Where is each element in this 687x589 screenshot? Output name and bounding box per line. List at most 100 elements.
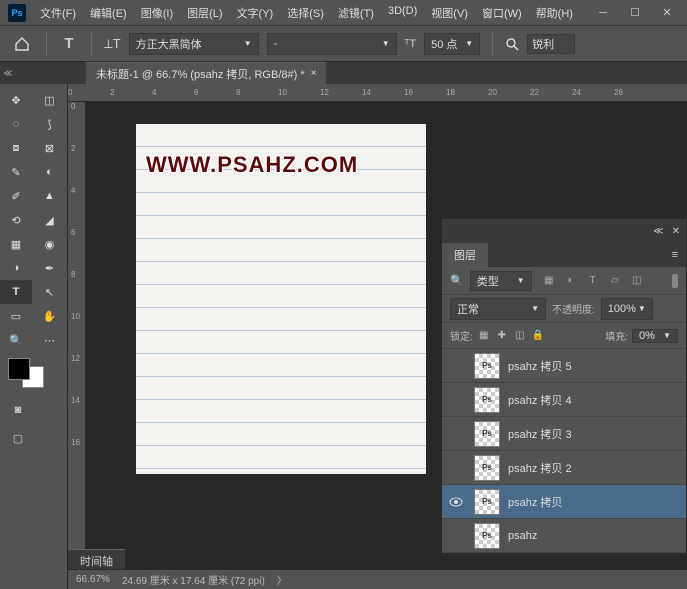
blend-mode-value: 正常 — [457, 301, 479, 317]
layer-row[interactable]: psahz 拷贝 3 — [442, 417, 686, 451]
filter-search-icon[interactable]: 🔍 — [450, 274, 464, 287]
menu-3d[interactable]: 3D(D) — [382, 2, 423, 24]
quickmask-button[interactable]: ◙ — [8, 400, 28, 420]
minimize-button[interactable]: ─ — [591, 4, 615, 22]
stamp-tool[interactable]: ▲ — [34, 184, 66, 208]
layer-name: psahz 拷贝 — [508, 494, 562, 510]
layers-panel: ≪ ✕ 图层 ≡ 🔍 类型 ▼ ▦ ◐ T ▱ ◫ 正常 ▼ 不透明度: 100… — [441, 218, 687, 554]
document-tab[interactable]: 未标题-1 @ 66.7% (psahz 拷贝, RGB/8#) * × — [86, 62, 326, 85]
document-canvas[interactable]: WWW.PSAHZ.COM — [136, 124, 426, 474]
visibility-toggle[interactable] — [446, 492, 466, 512]
layer-row[interactable]: psahz — [442, 519, 686, 553]
text-orientation-button[interactable]: ⟂T — [104, 36, 121, 52]
gradient-tool[interactable]: ▦ — [0, 232, 32, 256]
filter-adjust-icon[interactable]: ◐ — [564, 274, 578, 288]
menu-select[interactable]: 选择(S) — [281, 2, 330, 24]
visibility-toggle[interactable] — [446, 356, 466, 376]
timeline-tab[interactable]: 时间轴 — [68, 549, 125, 569]
artboard-tool[interactable]: ◫ — [34, 88, 66, 112]
lasso-tool[interactable]: ⟆ — [34, 112, 66, 136]
title-bar: Ps 文件(F) 编辑(E) 图像(I) 图层(L) 文字(Y) 选择(S) 滤… — [0, 0, 687, 26]
menu-window[interactable]: 窗口(W) — [476, 2, 528, 24]
menu-filter[interactable]: 滤镜(T) — [332, 2, 380, 24]
filter-smart-icon[interactable]: ◫ — [630, 274, 644, 288]
panel-menu-button[interactable]: ≡ — [664, 249, 686, 261]
font-style-select[interactable]: - ▼ — [267, 33, 397, 55]
visibility-toggle[interactable] — [446, 424, 466, 444]
document-tab-title: 未标题-1 @ 66.7% (psahz 拷贝, RGB/8#) * — [96, 66, 305, 82]
home-icon — [14, 36, 30, 52]
layer-row[interactable]: psahz 拷贝 2 — [442, 451, 686, 485]
frame-tool[interactable]: ⊠ — [34, 136, 66, 160]
blur-tool[interactable]: ◉ — [34, 232, 66, 256]
maximize-button[interactable]: ☐ — [623, 4, 647, 22]
visibility-toggle[interactable] — [446, 526, 466, 546]
font-size-select[interactable]: 50 点 ▼ — [424, 33, 480, 55]
history-brush-tool[interactable]: ⟲ — [0, 208, 32, 232]
document-tabs: ≪ 未标题-1 @ 66.7% (psahz 拷贝, RGB/8#) * × — [0, 62, 687, 84]
layer-row[interactable]: psahz 拷贝 — [442, 485, 686, 519]
eyedropper-tool[interactable]: ✎ — [0, 160, 32, 184]
text-tool[interactable]: T — [0, 280, 32, 304]
font-size-icon: ᵀT — [405, 38, 416, 50]
lock-all-icon[interactable]: 🔒 — [531, 329, 545, 343]
search-input[interactable] — [527, 34, 575, 54]
zoom-level[interactable]: 66.67% — [76, 574, 110, 585]
filter-toggle[interactable] — [672, 274, 678, 288]
search-icon — [505, 37, 519, 51]
chevron-down-icon: ▼ — [465, 39, 473, 48]
menu-text[interactable]: 文字(Y) — [231, 2, 280, 24]
screenmode-button[interactable]: ▢ — [8, 428, 28, 448]
filter-shape-icon[interactable]: ▱ — [608, 274, 622, 288]
filter-text-icon[interactable]: T — [586, 274, 600, 288]
layer-row[interactable]: psahz 拷贝 4 — [442, 383, 686, 417]
menu-view[interactable]: 视图(V) — [425, 2, 474, 24]
healing-tool[interactable]: ◐ — [34, 160, 66, 184]
visibility-toggle[interactable] — [446, 458, 466, 478]
layer-name: psahz 拷贝 2 — [508, 460, 572, 476]
zoom-tool[interactable]: 🔍 — [0, 328, 32, 352]
blend-mode-select[interactable]: 正常 ▼ — [450, 298, 546, 320]
move-tool[interactable]: ✥ — [0, 88, 32, 112]
filter-pixel-icon[interactable]: ▦ — [542, 274, 556, 288]
collapse-toolbox-button[interactable]: ≪ — [0, 63, 16, 83]
dodge-tool[interactable]: ◑ — [0, 256, 32, 280]
menu-layer[interactable]: 图层(L) — [181, 2, 228, 24]
menu-image[interactable]: 图像(I) — [135, 2, 179, 24]
home-button[interactable] — [10, 32, 34, 56]
foreground-swatch[interactable] — [8, 358, 30, 380]
chevron-down-icon: ▼ — [382, 39, 390, 48]
fill-input[interactable]: 0% ▼ — [632, 329, 678, 343]
menu-file[interactable]: 文件(F) — [34, 2, 82, 24]
visibility-toggle[interactable] — [446, 390, 466, 410]
shape-tool[interactable]: ▭ — [0, 304, 32, 328]
collapse-panel-icon[interactable]: ≪ — [653, 226, 663, 237]
layers-tab[interactable]: 图层 — [442, 243, 488, 267]
menu-edit[interactable]: 编辑(E) — [84, 2, 133, 24]
menu-help[interactable]: 帮助(H) — [530, 2, 579, 24]
hand-tool[interactable]: ✋ — [34, 304, 66, 328]
chevron-down-icon: ▼ — [638, 304, 646, 313]
close-button[interactable]: ✕ — [655, 4, 679, 22]
brush-tool[interactable]: ✐ — [0, 184, 32, 208]
marquee-tool[interactable]: ◌ — [0, 112, 32, 136]
filter-type-select[interactable]: 类型 ▼ — [470, 271, 532, 291]
edit-toolbar[interactable]: ⋯ — [34, 328, 66, 352]
layer-row[interactable]: psahz 拷贝 5 — [442, 349, 686, 383]
lock-label: 锁定: — [450, 328, 473, 343]
search-button[interactable] — [505, 37, 519, 51]
opacity-input[interactable]: 100% ▼ — [601, 298, 653, 320]
crop-tool[interactable]: ⧇ — [0, 136, 32, 160]
lock-position-icon[interactable]: ✚ — [495, 329, 509, 343]
color-swatches[interactable] — [8, 358, 44, 388]
eraser-tool[interactable]: ◢ — [34, 208, 66, 232]
layer-thumbnail — [474, 421, 500, 447]
lock-pixels-icon[interactable]: ▦ — [477, 329, 491, 343]
path-select-tool[interactable]: ↖ — [34, 280, 66, 304]
lock-artboard-icon[interactable]: ◫ — [513, 329, 527, 343]
status-menu[interactable]: 〉 — [277, 572, 287, 587]
close-tab-button[interactable]: × — [311, 68, 317, 79]
pen-tool[interactable]: ✒ — [34, 256, 66, 280]
close-panel-icon[interactable]: ✕ — [672, 226, 680, 237]
font-family-select[interactable]: 方正大黑简体 ▼ — [129, 33, 259, 55]
